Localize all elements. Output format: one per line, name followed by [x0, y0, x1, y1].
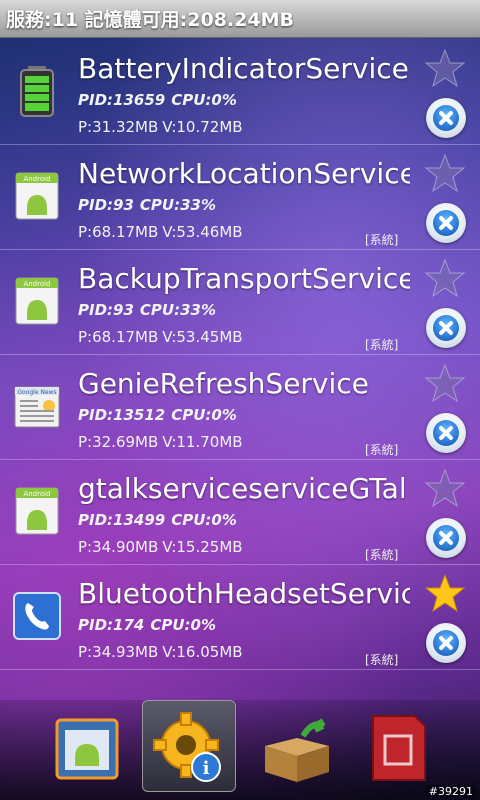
sd-card-icon [372, 715, 426, 781]
service-cpu: CPU:0% [171, 511, 237, 529]
service-cpu: CPU:0% [171, 91, 237, 109]
svg-text:Android: Android [23, 490, 50, 498]
system-tag: [系統] [365, 443, 399, 457]
service-v-mem: V:10.72MB [162, 118, 243, 136]
service-p-mem: P:32.69MB [78, 433, 159, 451]
box-install-icon [265, 718, 329, 782]
service-name: gtalkserviceserviceGTal [78, 472, 407, 505]
service-v-mem: V:15.25MB [162, 538, 243, 556]
close-icon [433, 525, 459, 551]
star-icon[interactable] [424, 468, 466, 508]
tab-sd-card[interactable] [352, 700, 446, 792]
system-tag: [系統] [365, 548, 399, 562]
service-v-mem: V:53.45MB [162, 328, 243, 346]
service-pid: PID:93 [78, 196, 134, 214]
service-pid: PID:13512 [78, 406, 166, 424]
service-row[interactable]: Android gtalkserviceserviceGTal PID:1349… [0, 460, 480, 565]
google-news-icon: Google News [14, 386, 60, 428]
close-icon [433, 105, 459, 131]
svg-text:Android: Android [23, 280, 50, 288]
app-manager-icon [55, 718, 119, 780]
tab-app-manager[interactable] [42, 700, 136, 792]
close-icon [433, 315, 459, 341]
close-icon [433, 210, 459, 236]
service-cpu: CPU:33% [139, 196, 216, 214]
stop-service-button[interactable] [426, 98, 466, 138]
tab-settings[interactable]: i [142, 700, 236, 792]
service-p-mem: P:34.93MB [78, 643, 159, 661]
svg-text:i: i [203, 758, 210, 779]
star-icon-favorite[interactable] [424, 573, 466, 613]
system-tag: [系統] [365, 653, 399, 667]
settings-info-icon: i [153, 712, 221, 782]
service-row[interactable]: Android BackupTransportService PID:93 CPU… [0, 250, 480, 355]
service-pid: PID:93 [78, 301, 134, 319]
service-name: GenieRefreshService [78, 367, 369, 400]
android-app-icon: Android [15, 487, 59, 535]
service-row[interactable]: Google News GenieRefreshService PID:1351… [0, 355, 480, 460]
android-app-icon: Android [15, 172, 59, 220]
star-icon[interactable] [424, 48, 466, 88]
service-p-mem: P:68.17MB [78, 223, 159, 241]
service-p-mem: P:68.17MB [78, 328, 159, 346]
bottom-toolbar: i #39291 [0, 700, 480, 800]
service-pid: PID:13659 [78, 91, 166, 109]
service-cpu: CPU:33% [139, 301, 216, 319]
status-text: 服務:11 記憶體可用:208.24MB [6, 9, 294, 31]
service-name: NetworkLocationService [78, 157, 410, 190]
service-row[interactable]: BatteryIndicatorService PID:13659 CPU:0% … [0, 40, 480, 145]
service-row[interactable]: BluetoothHeadsetService PID:174 CPU:0% P:… [0, 565, 480, 670]
svg-text:Google News: Google News [17, 389, 56, 396]
phone-icon [13, 592, 61, 640]
close-icon [433, 420, 459, 446]
service-list: BatteryIndicatorService PID:13659 CPU:0% … [0, 40, 480, 670]
stop-service-button[interactable] [426, 623, 466, 663]
battery-icon [20, 66, 54, 117]
service-v-mem: V:11.70MB [162, 433, 243, 451]
star-icon[interactable] [424, 258, 466, 298]
service-p-mem: P:31.32MB [78, 118, 159, 136]
status-bar: 服務:11 記憶體可用:208.24MB [0, 0, 480, 38]
stop-service-button[interactable] [426, 518, 466, 558]
watermark: #39291 [425, 785, 476, 798]
service-cpu: CPU:0% [171, 406, 237, 424]
svg-text:Android: Android [23, 175, 50, 183]
service-name: BatteryIndicatorService [78, 52, 409, 85]
star-icon[interactable] [424, 153, 466, 193]
service-v-mem: V:16.05MB [162, 643, 243, 661]
system-tag: [系統] [365, 233, 399, 247]
tab-install[interactable] [250, 700, 344, 792]
android-app-icon: Android [15, 277, 59, 325]
stop-service-button[interactable] [426, 203, 466, 243]
service-v-mem: V:53.46MB [162, 223, 243, 241]
system-tag: [系統] [365, 338, 399, 352]
service-pid: PID:13499 [78, 511, 166, 529]
star-icon[interactable] [424, 363, 466, 403]
service-row[interactable]: Android NetworkLocationService PID:93 CPU… [0, 145, 480, 250]
service-pid: PID:174 [78, 616, 145, 634]
stop-service-button[interactable] [426, 413, 466, 453]
service-p-mem: P:34.90MB [78, 538, 159, 556]
service-cpu: CPU:0% [150, 616, 216, 634]
service-name: BluetoothHeadsetService [78, 577, 410, 610]
stop-service-button[interactable] [426, 308, 466, 348]
service-name: BackupTransportService [78, 262, 410, 295]
close-icon [433, 630, 459, 656]
